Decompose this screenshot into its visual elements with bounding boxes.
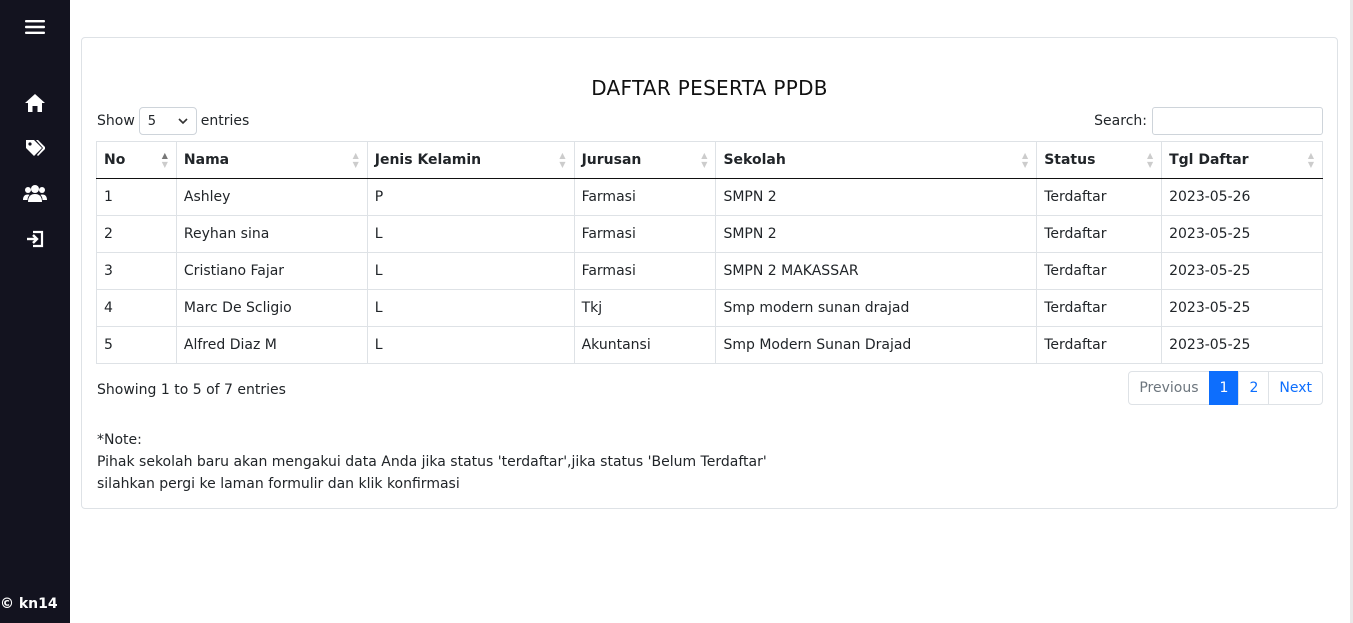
cell-tgl-daftar: 2023-05-26 (1161, 178, 1323, 216)
cell-tgl-daftar: 2023-05-25 (1161, 326, 1323, 364)
cell-no: 5 (96, 326, 177, 364)
column-header-no[interactable]: No ▲ ▼ (96, 141, 177, 179)
table-info: Showing 1 to 5 of 7 entries (97, 382, 286, 398)
cell-jenis-kelamin: L (366, 215, 575, 253)
cell-tgl-daftar: 2023-05-25 (1161, 289, 1323, 327)
cell-sekolah: Smp Modern Sunan Drajad (715, 326, 1038, 364)
page-1-button[interactable]: 1 (1208, 371, 1240, 405)
column-header-label: Status (1044, 152, 1096, 168)
cell-jurusan: Farmasi (573, 215, 717, 253)
column-header-tgl-daftar[interactable]: Tgl Daftar ▲ ▼ (1161, 141, 1323, 179)
cell-jenis-kelamin: L (366, 326, 575, 364)
cell-nama: Cristiano Fajar (175, 252, 368, 290)
length-control: Show 5 entries (97, 107, 249, 135)
cell-nama: Ashley (175, 178, 368, 216)
table-row: 5 Alfred Diaz M L Akuntansi Smp Modern S… (96, 326, 1323, 364)
table-row: 4 Marc De Scligio L Tkj Smp modern sunan… (96, 289, 1323, 327)
table-row: 3 Cristiano Fajar L Farmasi SMPN 2 MAKAS… (96, 252, 1323, 290)
cell-sekolah: SMPN 2 (715, 215, 1038, 253)
peserta-table: No ▲ ▼ Nama ▲ ▼ Jenis Kelamin ▲ ▼ Jurusan ▲ ▼ Se… (96, 141, 1323, 364)
sort-icon: ▲ ▼ (1307, 151, 1314, 169)
column-header-sekolah[interactable]: Sekolah ▲ ▼ (715, 141, 1038, 179)
cell-status: Terdaftar (1036, 178, 1163, 216)
cell-jurusan: Akuntansi (573, 326, 717, 364)
cell-status: Terdaftar (1036, 289, 1163, 327)
cell-jenis-kelamin: P (366, 178, 575, 216)
pagination: Previous 1 2 Next (1128, 371, 1323, 405)
cell-nama: Alfred Diaz M (175, 326, 368, 364)
note-block: *Note: Pihak sekolah baru akan mengakui … (97, 429, 767, 495)
cell-nama: Marc De Scligio (175, 289, 368, 327)
page-2-button[interactable]: 2 (1238, 371, 1270, 405)
sort-icon: ▲ ▼ (701, 151, 708, 169)
cell-no: 3 (96, 252, 177, 290)
column-header-jurusan[interactable]: Jurusan ▲ ▼ (573, 141, 717, 179)
table-row: 1 Ashley P Farmasi SMPN 2 Terdaftar 2023… (96, 178, 1323, 216)
entries-label: entries (200, 113, 250, 129)
users-icon[interactable] (22, 180, 48, 206)
next-button[interactable]: Next (1268, 371, 1323, 405)
cell-tgl-daftar: 2023-05-25 (1161, 215, 1323, 253)
column-header-label: Nama (183, 152, 230, 168)
entries-select-value: 5 (147, 113, 157, 129)
sidebar: © kn14 (0, 0, 70, 623)
peserta-card: DAFTAR PESERTA PPDB Show 5 entries Searc… (81, 37, 1338, 509)
show-label: Show (97, 113, 135, 129)
table-header-row: No ▲ ▼ Nama ▲ ▼ Jenis Kelamin ▲ ▼ Jurusan ▲ ▼ Se… (96, 141, 1323, 179)
column-header-label: Tgl Daftar (1169, 152, 1249, 168)
column-header-label: Jurusan (581, 152, 642, 168)
menu-icon[interactable] (22, 14, 48, 40)
column-header-nama[interactable]: Nama ▲ ▼ (175, 141, 368, 179)
cell-status: Terdaftar (1036, 252, 1163, 290)
cell-jurusan: Farmasi (573, 252, 717, 290)
cell-jurusan: Farmasi (573, 178, 717, 216)
search-label: Search: (1094, 113, 1147, 129)
tags-icon[interactable] (22, 135, 48, 161)
sort-icon: ▲ ▼ (1146, 151, 1154, 169)
cell-status: Terdaftar (1036, 215, 1163, 253)
entries-select[interactable]: 5 (138, 107, 197, 135)
cell-no: 2 (96, 215, 177, 253)
cell-jurusan: Tkj (573, 289, 717, 327)
sort-icon: ▲ ▼ (161, 151, 168, 169)
sort-icon: ▲ ▼ (352, 151, 359, 169)
cell-jenis-kelamin: L (366, 289, 575, 327)
footer-credit: © kn14 (0, 596, 58, 612)
cell-nama: Reyhan sina (175, 215, 368, 253)
chevron-down-icon (178, 117, 188, 124)
cell-sekolah: Smp modern sunan drajad (715, 289, 1038, 327)
cell-tgl-daftar: 2023-05-25 (1161, 252, 1323, 290)
note-title: *Note: (97, 432, 142, 448)
page-title: DAFTAR PESERTA PPDB (591, 76, 828, 100)
column-header-status[interactable]: Status ▲ ▼ (1036, 141, 1163, 179)
cell-sekolah: SMPN 2 (715, 178, 1038, 216)
cell-sekolah: SMPN 2 MAKASSAR (715, 252, 1038, 290)
cell-status: Terdaftar (1036, 326, 1163, 364)
home-icon[interactable] (22, 90, 48, 116)
note-line: silahkan pergi ke laman formulir dan kli… (97, 476, 460, 492)
sort-icon: ▲ ▼ (559, 151, 566, 169)
search-control: Search: (1094, 107, 1323, 135)
note-line: Pihak sekolah baru akan mengakui data An… (97, 454, 767, 470)
search-input[interactable] (1152, 107, 1323, 135)
cell-no: 4 (96, 289, 177, 327)
previous-button[interactable]: Previous (1128, 371, 1210, 405)
column-header-label: No (104, 152, 126, 168)
column-header-label: Sekolah (723, 152, 786, 168)
table-row: 2 Reyhan sina L Farmasi SMPN 2 Terdaftar… (96, 215, 1323, 253)
cell-no: 1 (96, 178, 177, 216)
column-header-label: Jenis Kelamin (374, 152, 482, 168)
sort-icon: ▲ ▼ (1022, 151, 1029, 169)
logout-icon[interactable] (22, 226, 48, 252)
column-header-jenis-kelamin[interactable]: Jenis Kelamin ▲ ▼ (366, 141, 575, 179)
cell-jenis-kelamin: L (366, 252, 575, 290)
